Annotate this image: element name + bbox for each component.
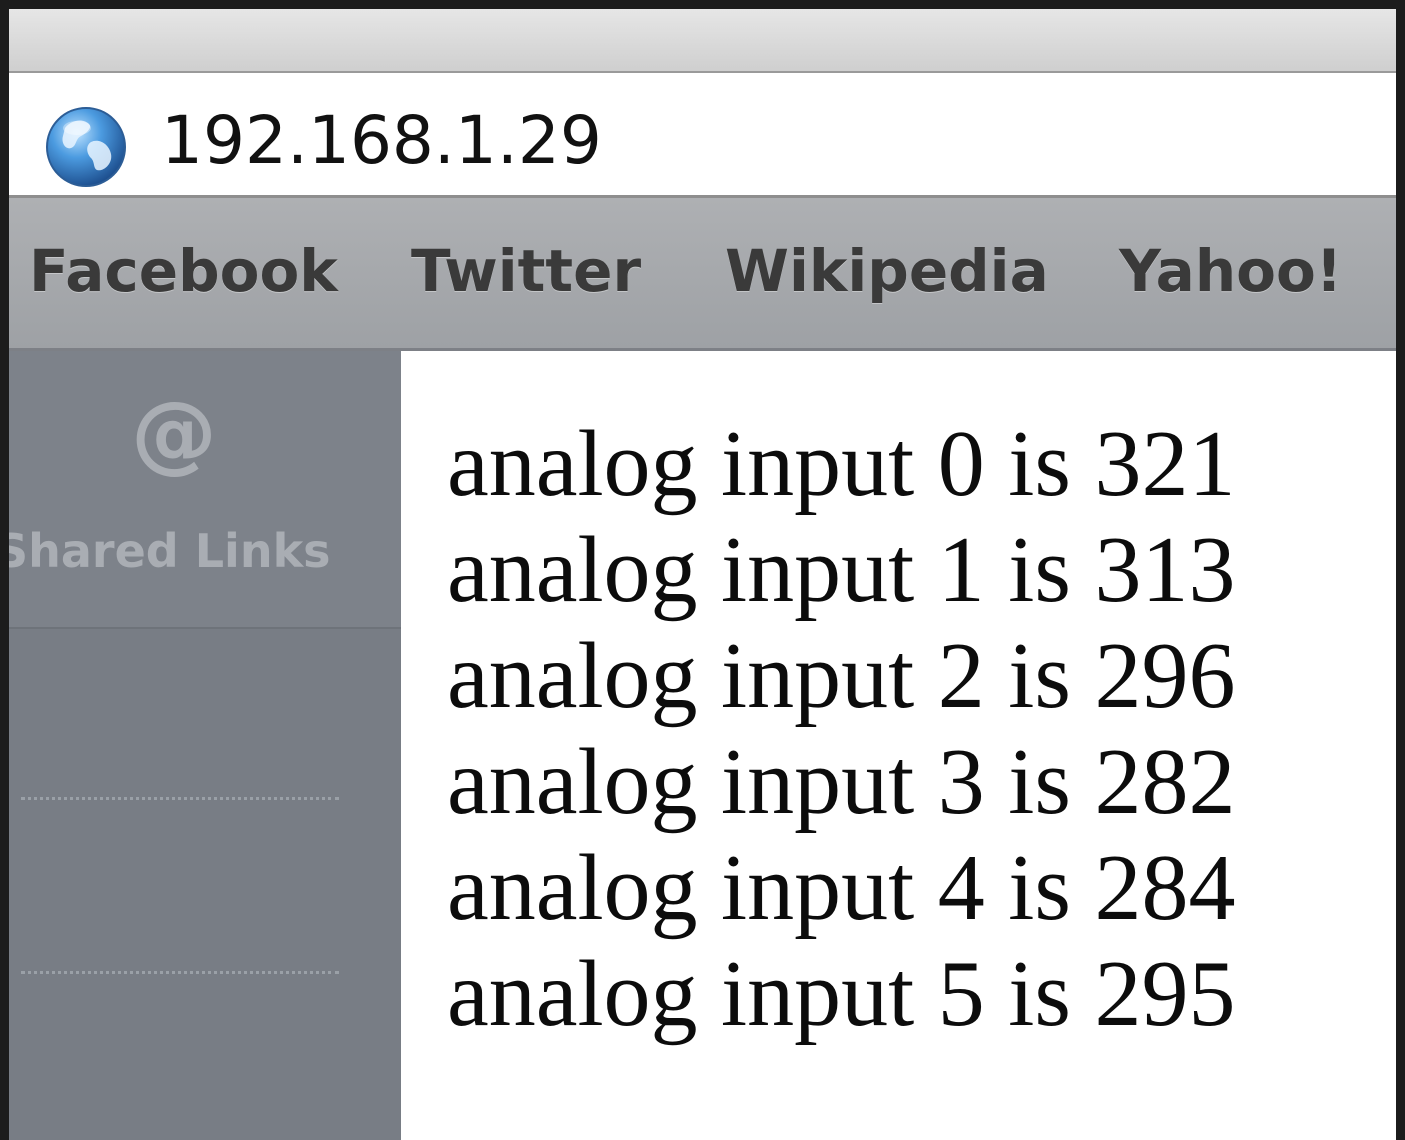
bookmark-yahoo[interactable]: Yahoo! (1119, 236, 1342, 306)
sidebar-divider (21, 797, 339, 800)
url-text[interactable]: 192.168.1.29 (161, 101, 602, 181)
bookmark-wikipedia[interactable]: Wikipedia (725, 236, 1049, 306)
analog-reading: analog input 5 is 295 (447, 942, 1236, 1046)
analog-reading: analog input 0 is 321 (447, 412, 1236, 516)
analog-readings-list: analog input 0 is 321 analog input 1 is … (447, 411, 1236, 1047)
address-bar[interactable]: 192.168.1.29 (9, 73, 1396, 198)
browser-window: 192.168.1.29 Facebook Twitter Wikipedia … (0, 0, 1405, 1140)
at-icon: @ (131, 383, 217, 483)
analog-reading: analog input 4 is 284 (447, 836, 1236, 940)
bookmark-twitter[interactable]: Twitter (411, 236, 641, 306)
sidebar-divider (21, 971, 339, 974)
analog-reading: analog input 1 is 313 (447, 518, 1236, 622)
page-content: analog input 0 is 321 analog input 1 is … (401, 351, 1396, 1140)
bookmark-facebook[interactable]: Facebook (29, 236, 338, 306)
globe-icon (46, 107, 126, 187)
shared-links-button[interactable]: @ Shared Links (9, 351, 401, 629)
shared-links-label: Shared Links (0, 524, 331, 578)
analog-reading: analog input 3 is 282 (447, 730, 1236, 834)
bookmarks-bar: Facebook Twitter Wikipedia Yahoo! (9, 198, 1396, 351)
sidebar: @ Shared Links (9, 351, 403, 1140)
window-top-strip (9, 9, 1396, 73)
analog-reading: analog input 2 is 296 (447, 624, 1236, 728)
